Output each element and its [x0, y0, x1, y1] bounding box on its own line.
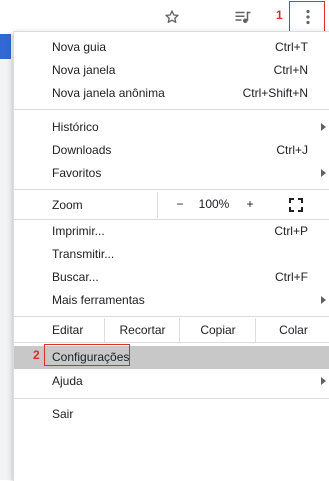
- submenu-arrow-icon: [321, 296, 326, 304]
- edit-row: Editar Recortar Copiar Colar: [14, 318, 329, 342]
- menu-item-cast[interactable]: Transmitir...: [14, 243, 329, 266]
- menu-item-new-tab[interactable]: Nova guia Ctrl+T: [14, 36, 329, 59]
- zoom-row: Zoom − 100% +: [14, 192, 329, 218]
- browser-toolbar: 1: [0, 0, 329, 34]
- menu-divider: [14, 109, 329, 110]
- menu-item-bookmarks[interactable]: Favoritos: [14, 162, 329, 185]
- menu-item-help[interactable]: Ajuda: [14, 370, 329, 393]
- submenu-arrow-icon: [321, 377, 326, 385]
- menu-item-label: Downloads: [52, 143, 112, 157]
- zoom-label: Zoom: [52, 198, 83, 212]
- page-background: [0, 34, 13, 480]
- menu-item-label: Nova guia: [52, 40, 107, 54]
- more-vert-icon[interactable]: [296, 5, 320, 29]
- menu-item-downloads[interactable]: Downloads Ctrl+J: [14, 139, 329, 162]
- chrome-menu: Nova guia Ctrl+T Nova janela Ctrl+N Nova…: [13, 31, 329, 481]
- menu-divider: [14, 398, 329, 399]
- menu-item-shortcut: Ctrl+N: [273, 63, 308, 77]
- submenu-arrow-icon: [321, 123, 326, 131]
- menu-item-more-tools[interactable]: Mais ferramentas: [14, 289, 329, 312]
- step-marker-2: 2: [33, 348, 40, 362]
- menu-item-label: Favoritos: [52, 166, 102, 180]
- menu-item-label: Histórico: [52, 120, 99, 134]
- zoom-in-button[interactable]: +: [242, 197, 258, 211]
- menu-item-label: Transmitir...: [52, 247, 115, 261]
- cut-button[interactable]: Recortar: [104, 318, 180, 342]
- menu-item-label: Nova janela anônima: [52, 86, 165, 100]
- zoom-level: 100%: [198, 197, 230, 211]
- menu-item-new-window[interactable]: Nova janela Ctrl+N: [14, 59, 329, 82]
- menu-item-label: Nova janela: [52, 63, 116, 77]
- menu-item-shortcut: Ctrl+T: [275, 40, 308, 54]
- menu-item-print[interactable]: Imprimir... Ctrl+P: [14, 220, 329, 243]
- zoom-controls: − 100% +: [157, 192, 329, 218]
- page-accent-bar: [0, 34, 11, 59]
- edit-label: Editar: [52, 323, 84, 337]
- menu-item-label: Mais ferramentas: [52, 293, 145, 307]
- zoom-out-button[interactable]: −: [172, 197, 188, 211]
- menu-item-label: Sair: [52, 407, 74, 421]
- menu-item-shortcut: Ctrl+F: [275, 270, 308, 284]
- menu-item-exit[interactable]: Sair: [14, 403, 329, 426]
- menu-item-label: Buscar...: [52, 270, 99, 284]
- menu-item-new-incognito-window[interactable]: Nova janela anônima Ctrl+Shift+N: [14, 82, 329, 105]
- menu-divider: [14, 342, 329, 343]
- menu-item-label: Ajuda: [52, 374, 83, 388]
- menu-item-shortcut: Ctrl+P: [274, 224, 308, 238]
- menu-item-shortcut: Ctrl+J: [276, 143, 308, 157]
- menu-item-shortcut: Ctrl+Shift+N: [242, 86, 308, 100]
- step-marker-1: 1: [276, 8, 283, 22]
- paste-button[interactable]: Colar: [255, 318, 329, 342]
- star-icon[interactable]: [160, 5, 184, 29]
- menu-divider: [14, 316, 329, 317]
- settings-highlight-box: [44, 344, 130, 366]
- menu-item-history[interactable]: Histórico: [14, 116, 329, 139]
- copy-button[interactable]: Copiar: [179, 318, 256, 342]
- menu-item-label: Imprimir...: [52, 224, 105, 238]
- submenu-arrow-icon: [321, 169, 326, 177]
- menu-divider: [14, 189, 329, 190]
- media-control-icon[interactable]: [231, 5, 255, 29]
- menu-item-find[interactable]: Buscar... Ctrl+F: [14, 266, 329, 289]
- fullscreen-icon[interactable]: [289, 198, 303, 212]
